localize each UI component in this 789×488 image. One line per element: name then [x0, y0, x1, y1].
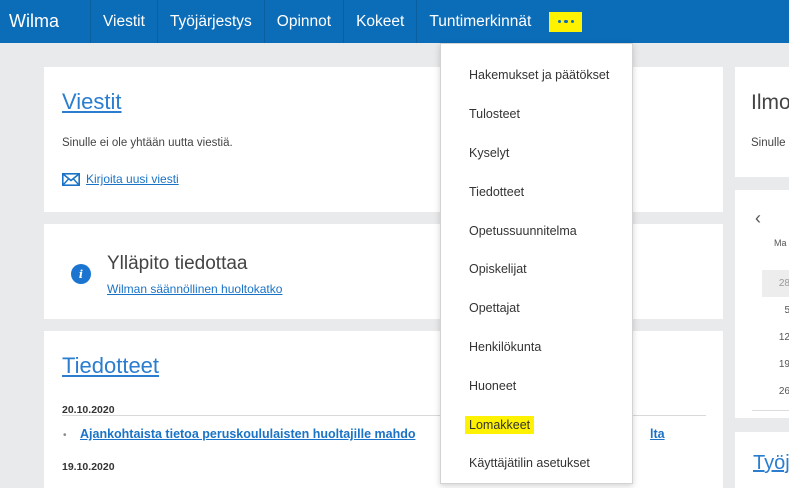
- calendar-day[interactable]: 28: [762, 270, 789, 297]
- menu-item-label: Kyselyt: [469, 145, 510, 160]
- calendar-days: 28 5 12 19 26: [762, 270, 789, 405]
- more-dot: [564, 19, 568, 24]
- compose-message-link[interactable]: Kirjoita uusi viesti: [62, 172, 179, 186]
- menu-item-label: Lomakkeet: [465, 415, 535, 434]
- menu-item-opettajat[interactable]: Opettajat: [441, 289, 632, 328]
- announcement-link[interactable]: Ajankohtaista tietoa peruskoululaisten h…: [80, 427, 415, 441]
- nav-viestit[interactable]: Viestit: [90, 0, 157, 43]
- calendar-day[interactable]: 19: [762, 351, 789, 378]
- schedule-card: Työj: [735, 432, 789, 488]
- menu-item-henkilokunta[interactable]: Henkilökunta: [441, 328, 632, 367]
- messages-title[interactable]: Viestit: [62, 89, 122, 115]
- menu-item-kyselyt[interactable]: Kyselyt: [441, 134, 632, 173]
- menu-item-hakemukset[interactable]: Hakemukset ja päätökset: [441, 56, 632, 95]
- schedule-title[interactable]: Työj: [753, 452, 789, 475]
- menu-item-label: Opiskelijat: [469, 262, 527, 277]
- bullet-icon: •: [63, 430, 67, 441]
- admin-notice-heading: Ylläpito tiedottaa: [107, 253, 248, 274]
- menu-item-tulosteet[interactable]: Tulosteet: [441, 95, 632, 134]
- calendar-day[interactable]: 5: [762, 297, 789, 324]
- menu-item-label: Hakemukset ja päätökset: [469, 68, 610, 83]
- compose-message-label[interactable]: Kirjoita uusi viesti: [86, 172, 179, 186]
- menu-item-huoneet[interactable]: Huoneet: [441, 366, 632, 405]
- more-dropdown-menu: Hakemukset ja päätökset Tulosteet Kysely…: [440, 43, 633, 484]
- more-dots-icon: [557, 19, 562, 24]
- menu-item-label: Huoneet: [469, 378, 517, 393]
- notices-card: Ilmo Sinulle: [735, 67, 789, 177]
- info-icon: i: [71, 264, 91, 284]
- announcements-title[interactable]: Tiedotteet: [62, 353, 159, 379]
- messages-empty-text: Sinulle ei ole yhtään uutta viestiä.: [62, 137, 233, 149]
- brand-logo[interactable]: Wilma: [0, 0, 90, 43]
- more-dot: [570, 19, 575, 24]
- envelope-icon: [62, 172, 80, 186]
- calendar-day[interactable]: 12: [762, 324, 789, 351]
- weekday-header: Ma: [774, 238, 787, 248]
- nav-kokeet[interactable]: Kokeet: [343, 0, 416, 43]
- menu-item-label: Tulosteet: [469, 107, 520, 122]
- announcement-date: 19.10.2020: [62, 461, 115, 473]
- nav-tuntimerkinnat[interactable]: Tuntimerkinnät: [416, 0, 543, 43]
- menu-item-label: Opettajat: [469, 301, 520, 316]
- more-menu-button[interactable]: [549, 11, 583, 32]
- menu-item-tiedotteet[interactable]: Tiedotteet: [441, 172, 632, 211]
- announcement-link-tail[interactable]: lta: [650, 427, 665, 441]
- top-navigation: Wilma Viestit Työjärjestys Opinnot Kokee…: [0, 0, 789, 43]
- nav-tyojarjestys[interactable]: Työjärjestys: [156, 0, 264, 43]
- menu-item-kayttajatilin-asetukset[interactable]: Käyttäjätilin asetukset: [441, 444, 632, 483]
- notices-text: Sinulle: [751, 137, 786, 149]
- menu-item-label: Tiedotteet: [469, 184, 525, 199]
- menu-item-lomakkeet[interactable]: Lomakkeet: [441, 405, 632, 444]
- menu-item-label: Käyttäjätilin asetukset: [469, 456, 590, 471]
- menu-item-label: Opetussuunnitelma: [469, 223, 577, 238]
- divider: [752, 410, 789, 411]
- maintenance-link[interactable]: Wilman säännöllinen huoltokatko: [107, 282, 282, 296]
- menu-item-opiskelijat[interactable]: Opiskelijat: [441, 250, 632, 289]
- notices-title: Ilmo: [751, 91, 789, 114]
- calendar-card: ‹ Ma 28 5 12 19 26: [735, 190, 789, 418]
- nav-opinnot[interactable]: Opinnot: [263, 0, 343, 43]
- calendar-prev-button[interactable]: ‹: [755, 208, 761, 229]
- calendar-day[interactable]: 26: [762, 378, 789, 405]
- menu-item-opetussuunnitelma[interactable]: Opetussuunnitelma: [441, 211, 632, 250]
- menu-item-label: Henkilökunta: [469, 339, 542, 354]
